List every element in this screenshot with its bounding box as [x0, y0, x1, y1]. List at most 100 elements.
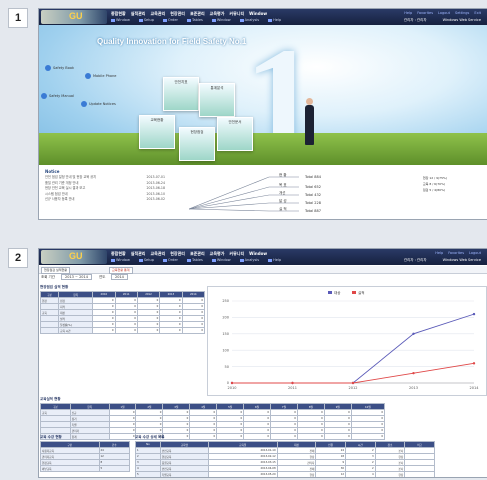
notice-title: Notice [45, 169, 60, 174]
favorites-link[interactable]: Favorites [448, 251, 464, 255]
toolbar-item[interactable]: Analysis [239, 258, 259, 262]
help-link[interactable]: Help [435, 251, 443, 255]
diagram-label: 목 표 [279, 183, 287, 187]
toolbar-icon [111, 18, 115, 22]
toolbar-icon [138, 18, 143, 22]
manual-icon [41, 93, 47, 99]
quick-link[interactable]: Mobile Phone [85, 73, 116, 79]
period-select[interactable]: 2013 ~ 2014 [61, 274, 92, 280]
top-bar: GU 종합현황 실적관리 교육관리 현장관리 표준관리 교육평가 커뮤니티 Wi… [39, 249, 487, 265]
diagram-label: 현 황 [279, 172, 287, 177]
toolbar-label: Setup [143, 18, 154, 22]
menu-item[interactable]: 교육평가 [210, 11, 225, 17]
table-row[interactable]: 6정기교육2013-06-11전체272본사 [136, 478, 435, 479]
toolbar-icon [163, 258, 167, 262]
table-cell: 0 [181, 327, 206, 334]
y-tick-label: 100 [222, 348, 229, 352]
toolbar-item[interactable]: Window [111, 18, 130, 22]
diagram-value: Total 887 [304, 209, 321, 213]
year-select[interactable]: 2014 [111, 274, 128, 280]
menu-item[interactable]: 현장관리 [170, 11, 185, 17]
help-link[interactable]: Help [404, 11, 412, 15]
app-logo[interactable]: GU [41, 250, 107, 264]
menu-item[interactable]: 교육평가 [210, 251, 225, 257]
menu-item[interactable]: 커뮤니티 [229, 11, 244, 17]
toolbar-label: Tables [191, 18, 203, 22]
menu-tile[interactable]: 안전문서 [217, 117, 253, 151]
menu-item[interactable]: 커뮤니티 [229, 251, 244, 257]
data-point [472, 312, 476, 316]
menu-tile[interactable]: 현장점검 [179, 127, 215, 161]
menu-tile[interactable]: 안전지표 [163, 77, 199, 111]
toolbar-icon [268, 18, 273, 22]
menu-item[interactable]: 교육관리 [150, 251, 165, 257]
table-cell: 27 [316, 478, 346, 479]
notice-row[interactable]: 신규 사용자 등록 안내 2013-06-02 [45, 197, 165, 203]
toolbar-item[interactable]: Window [111, 258, 130, 262]
tab-item-active[interactable]: 교육현황 통계 [109, 267, 133, 274]
table-cell: 0 [108, 433, 137, 440]
toolbar-item[interactable]: Order [163, 258, 178, 262]
table-cell: 본사 [375, 478, 405, 479]
toolbar-icon [186, 258, 191, 262]
table-row[interactable]: 외부교육 5 [40, 465, 131, 472]
menu-item[interactable]: Window [249, 251, 267, 257]
toolbar-item[interactable]: Tables [186, 258, 203, 262]
x-tick-label: 2012 [349, 386, 358, 390]
toolbar-icon [239, 18, 244, 22]
menu-item[interactable]: 표준관리 [190, 251, 205, 257]
toolbar-icon [239, 258, 244, 262]
menu-item[interactable]: 종합현황 [111, 251, 126, 257]
x-tick-label: 2014 [470, 386, 480, 390]
toolbar-item[interactable]: Setup [138, 18, 154, 22]
table-cell: 전체 [277, 478, 316, 479]
quick-link-label: Update Notices [89, 102, 116, 106]
legend-label: 실적 [358, 290, 364, 295]
menu-item[interactable]: 현장관리 [170, 251, 185, 257]
menu-item[interactable]: 표준관리 [190, 11, 205, 17]
quick-link[interactable]: Safety Book [45, 65, 74, 71]
toolbar-item[interactable]: Help [268, 258, 281, 262]
toolbar-item[interactable]: Tables [186, 18, 203, 22]
logo-text: GU [69, 251, 83, 261]
toolbar-item[interactable]: Order [163, 18, 178, 22]
toolbar-item[interactable]: Setup [138, 258, 154, 262]
section-title: 현장점검 실적 현황 [40, 285, 69, 289]
hero-banner: 1 Quality Innovation for Field Safety No… [39, 25, 487, 165]
tile-label: 교육현황 [150, 118, 164, 122]
quick-link[interactable]: Safety Manual [41, 93, 74, 99]
main-menu: 종합현황 실적관리 교육관리 현장관리 표준관리 교육평가 커뮤니티 Windo… [111, 251, 267, 257]
menu-tile[interactable]: 통계분석 [199, 83, 235, 117]
settings-link[interactable]: Settings [455, 11, 469, 15]
y-tick-label: 0 [227, 381, 229, 385]
favorites-link[interactable]: Favorites [417, 11, 433, 15]
diagram-label: 개선 [279, 190, 285, 195]
app-logo[interactable]: GU [41, 10, 107, 24]
menu-item[interactable]: Window [249, 11, 267, 17]
series-line [232, 313, 475, 384]
menu-item[interactable]: 실적관리 [131, 11, 146, 17]
menu-item[interactable]: 종합현황 [111, 11, 126, 17]
toolbar-item[interactable]: Window [211, 18, 231, 22]
dashboard-screenshot: GU 종합현황 실적관리 교육관리 현장관리 표준관리 교육평가 커뮤니티 Wi… [38, 248, 487, 478]
menu-tile[interactable]: 교육현황 [139, 115, 175, 149]
logout-link[interactable]: Logout [438, 11, 450, 15]
quick-link-label: Safety Manual [49, 94, 75, 98]
exit-link[interactable]: Exit [474, 11, 481, 15]
grass-field [39, 133, 487, 165]
logout-link[interactable]: Logout [469, 251, 481, 255]
toolbar-item[interactable]: Help [268, 18, 281, 22]
toolbar-label: Help [273, 258, 282, 262]
mini-value: 8 / 6(70%) [429, 182, 446, 186]
quick-link-label: Safety Book [53, 66, 75, 70]
toolbar-item[interactable]: Analysis [239, 18, 259, 22]
diagram-label: 달 성 [279, 198, 287, 203]
toolbar-item[interactable]: Window [211, 258, 231, 262]
quick-link[interactable]: Update Notices [81, 101, 116, 107]
table-row[interactable]: 교육 시간 0 0 0 0 0 [39, 327, 206, 334]
data-point [412, 371, 415, 375]
menu-item[interactable]: 교육관리 [150, 11, 165, 17]
tab-item[interactable]: 현장점검 실적현황 [41, 267, 71, 274]
menu-item[interactable]: 실적관리 [131, 251, 146, 257]
table-row[interactable]: 합계 0 0 0 0 0 0 0 0 0 0 [40, 433, 386, 440]
